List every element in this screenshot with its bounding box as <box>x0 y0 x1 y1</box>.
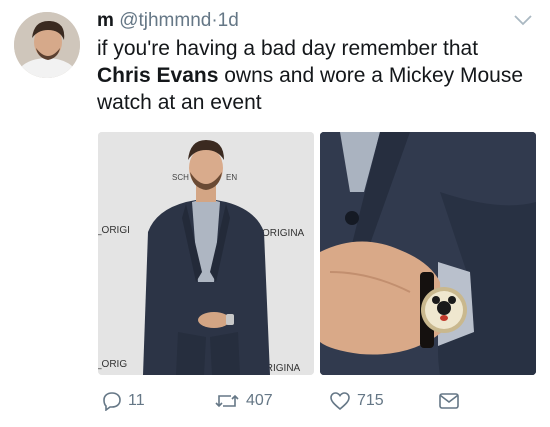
retweet-icon <box>215 394 239 408</box>
reply-count: 11 <box>128 392 145 409</box>
envelope-icon <box>439 393 459 409</box>
tweet-text-part1: if you're having a bad day remember that <box>97 37 479 60</box>
reply-icon <box>103 392 121 411</box>
backdrop-word-top-right: ORIGINA <box>262 228 305 239</box>
backdrop-logo-right: EN <box>226 173 237 182</box>
reply-button[interactable]: 11 <box>102 391 145 411</box>
tweet-text-bold-name: Chris Evans <box>97 64 219 87</box>
author-handle[interactable]: @tjhmmnd <box>119 10 211 31</box>
like-count: 715 <box>357 392 384 409</box>
more-options-caret[interactable] <box>512 12 534 28</box>
photo-watch-closeup-image <box>320 132 536 375</box>
author-name[interactable]: m <box>97 10 114 31</box>
heart-icon <box>330 392 350 411</box>
backdrop-logo-left: SCH <box>172 173 189 182</box>
like-button[interactable]: 715 <box>329 391 384 411</box>
chevron-down-icon <box>514 15 532 26</box>
tweet-action-bar: 11 407 715 <box>0 391 550 419</box>
photo-full-body-image: SCH EN _ORIGI ORIGINA _ORIG ORIGINA <box>98 132 314 375</box>
author-avatar[interactable] <box>14 12 80 78</box>
retweet-count: 407 <box>246 392 273 409</box>
tweet-timestamp[interactable]: 1d <box>218 10 239 31</box>
tweet-photo-left[interactable]: SCH EN _ORIGI ORIGINA _ORIG ORIGINA <box>98 132 314 375</box>
backdrop-word-bottom-left: _ORIG <box>98 359 127 370</box>
direct-message-button[interactable] <box>438 391 460 411</box>
tweet-header: m @tjhmmnd·1d <box>97 9 239 33</box>
backdrop-word-top-left: _ORIGI <box>98 225 130 236</box>
retweet-button[interactable]: 407 <box>214 391 273 411</box>
tweet-text: if you're having a bad day remember that… <box>97 35 537 116</box>
tweet-photo-right[interactable] <box>320 132 536 375</box>
avatar-image <box>14 12 80 78</box>
